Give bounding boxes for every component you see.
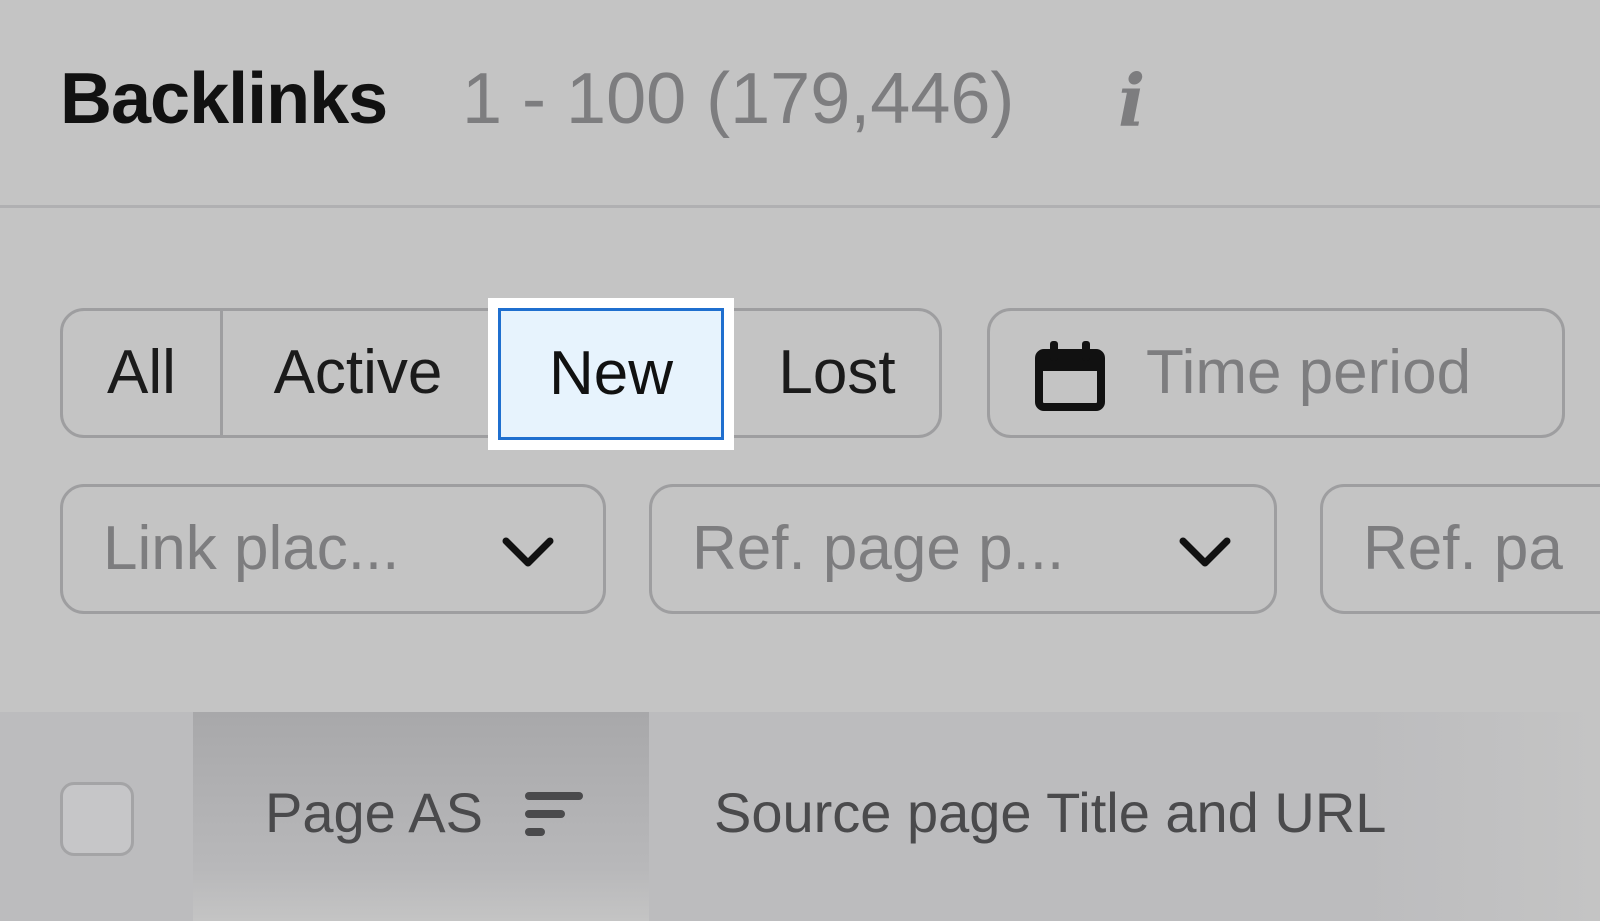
select-all-checkbox[interactable] <box>60 782 134 856</box>
dropdown-label: Ref. pa <box>1363 514 1563 583</box>
segment-lost[interactable]: Lost <box>737 311 937 435</box>
column-header-page-as[interactable]: Page AS <box>265 780 483 845</box>
dropdown-label: Link plac... <box>103 514 400 583</box>
segment-all[interactable]: All <box>63 311 220 435</box>
chevron-down-icon <box>502 537 554 567</box>
time-period-button[interactable]: Time period <box>987 308 1565 438</box>
link-placement-dropdown[interactable]: Link plac... <box>60 484 606 614</box>
time-period-label: Time period <box>1146 338 1472 407</box>
calendar-icon <box>1035 341 1105 411</box>
info-icon[interactable]: i <box>1118 58 1145 143</box>
page-title: Backlinks <box>60 59 388 139</box>
ref-page-property-dropdown[interactable]: Ref. page p... <box>649 484 1277 614</box>
report-header: Backlinks 1 - 100 (179,446) i <box>0 0 1600 208</box>
ref-page-dropdown-partial[interactable]: Ref. pa <box>1320 484 1600 614</box>
chevron-down-icon <box>1179 537 1231 567</box>
results-count: 1 - 100 (179,446) <box>462 59 1015 139</box>
segment-active[interactable]: Active <box>223 311 493 435</box>
segment-new[interactable]: New <box>498 308 724 440</box>
sort-icon[interactable] <box>523 788 585 842</box>
segment-new-highlight: New <box>488 298 734 450</box>
column-header-source-page[interactable]: Source page Title and URL <box>714 780 1386 845</box>
dropdown-label: Ref. page p... <box>692 514 1065 583</box>
